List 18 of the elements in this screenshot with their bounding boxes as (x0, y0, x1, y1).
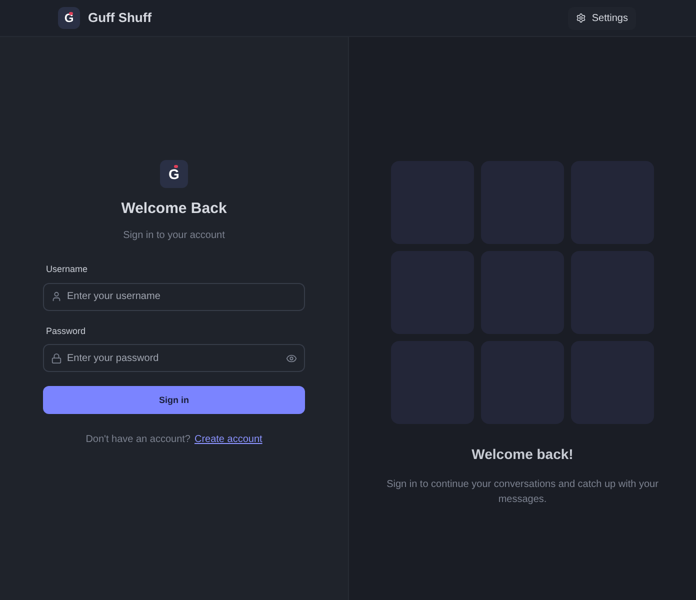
settings-icon (576, 13, 586, 23)
lock-icon (51, 352, 62, 364)
login-subtitle: Sign in to your account (123, 229, 225, 244)
logo-icon: G (160, 160, 188, 188)
login-title: Welcome Back (121, 198, 227, 219)
signup-prompt: Don't have an account? (86, 433, 190, 448)
user-icon (51, 291, 62, 302)
password-field[interactable]: Enter your password (43, 344, 305, 372)
field-label: Password (45, 324, 87, 338)
welcome-title: Welcome back! (472, 444, 574, 464)
create-account-link[interactable]: Create account (194, 432, 262, 448)
field-label: Username (45, 263, 89, 276)
settings-button[interactable]: Settings (568, 6, 636, 30)
show-password-icon[interactable] (286, 352, 297, 364)
welcome-text: Sign in to continue your conversations and catch up with your messages. (386, 478, 660, 506)
sign-in-button[interactable]: Sign in (43, 386, 305, 414)
app-name: Guff Shuff (88, 9, 152, 28)
username-field[interactable]: Enter your username (43, 282, 305, 311)
